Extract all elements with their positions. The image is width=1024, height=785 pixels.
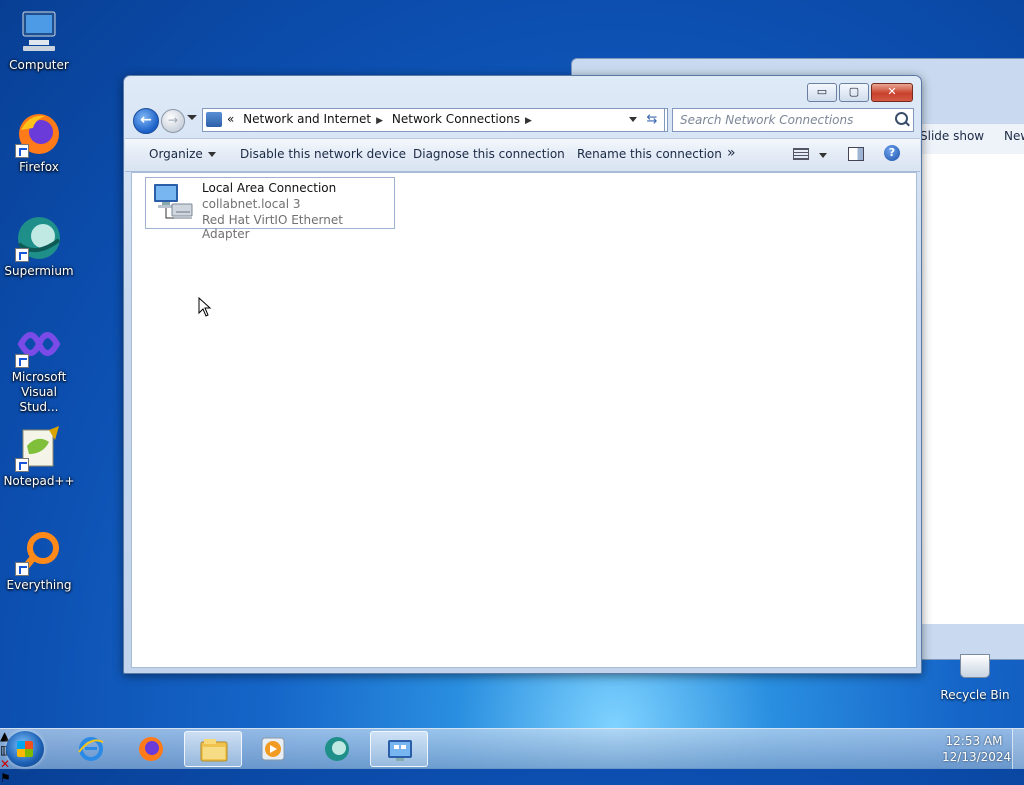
forward-button[interactable]: → bbox=[161, 109, 185, 133]
search-box[interactable]: Search Network Connections bbox=[672, 108, 914, 132]
chevron-down-icon bbox=[207, 152, 216, 157]
taskbar-media-player[interactable] bbox=[244, 731, 302, 767]
desktop-icon-visual-studio[interactable]: Microsoft Visual Stud... bbox=[0, 320, 78, 415]
breadcrumb: « Network and Internet ▶ Network Connecti… bbox=[227, 112, 537, 126]
command-bar: Organize Disable this network device Dia… bbox=[125, 138, 920, 172]
media-player-icon bbox=[259, 736, 287, 762]
minimize-icon: ▭ bbox=[816, 85, 828, 98]
desktop-icon-label: Everything bbox=[6, 578, 72, 592]
desktop-icon-recycle-bin[interactable]: Recycle Bin bbox=[936, 654, 1014, 702]
taskbar: ▲ ▥ ✕ ⚑ 12:53 AM 12/13/2024 bbox=[0, 728, 1024, 785]
control-panel-icon bbox=[206, 112, 222, 127]
recent-pages-dropdown[interactable] bbox=[187, 115, 197, 120]
everything-icon bbox=[15, 528, 63, 576]
view-options-dropdown[interactable] bbox=[819, 153, 827, 158]
maximize-icon: ▢ bbox=[848, 85, 860, 98]
internet-explorer-icon bbox=[77, 736, 105, 762]
change-view-icon[interactable] bbox=[793, 148, 809, 160]
taskbar-network-connections[interactable] bbox=[370, 731, 428, 767]
desktop-icon-label: Microsoft Visual Stud... bbox=[11, 370, 67, 414]
desktop-icon-everything[interactable]: Everything bbox=[0, 528, 78, 593]
new-button[interactable]: New bbox=[1004, 129, 1024, 143]
supermium-icon bbox=[323, 736, 351, 762]
more-commands-button[interactable]: » bbox=[727, 145, 736, 161]
desktop-icon-label: Firefox bbox=[19, 160, 59, 174]
organize-button[interactable]: Organize bbox=[149, 147, 216, 161]
caption-buttons: ▭ ▢ ✕ bbox=[805, 83, 913, 102]
breadcrumb-network-and-internet[interactable]: Network and Internet bbox=[243, 112, 371, 126]
breadcrumb-overflow[interactable]: « bbox=[227, 112, 234, 126]
breadcrumb-arrow-icon[interactable]: ▶ bbox=[525, 116, 532, 126]
flag-icon[interactable]: ⚑ bbox=[0, 771, 1024, 785]
navigation-bar: ← → « Network and Internet ▶ Network Conn… bbox=[132, 106, 914, 134]
close-button[interactable]: ✕ bbox=[871, 83, 913, 102]
refresh-icon: ⇆ bbox=[646, 112, 658, 127]
address-bar[interactable]: « Network and Internet ▶ Network Connecti… bbox=[202, 108, 668, 132]
back-arrow-icon: ← bbox=[140, 112, 152, 128]
breadcrumb-network-connections[interactable]: Network Connections bbox=[392, 112, 520, 126]
recycle-bin-icon bbox=[960, 654, 990, 678]
disable-device-button[interactable]: Disable this network device bbox=[240, 147, 406, 161]
notepad-plus-icon bbox=[15, 424, 63, 472]
desktop-icon-supermium[interactable]: Supermium bbox=[0, 214, 78, 279]
taskbar-supermium[interactable] bbox=[308, 731, 366, 767]
connection-adapter: Red Hat VirtIO Ethernet Adapter bbox=[202, 213, 343, 241]
connection-item[interactable]: Local Area Connection collabnet.local 3 … bbox=[145, 177, 395, 241]
computer-icon bbox=[15, 8, 63, 56]
desktop-icon-label: Recycle Bin bbox=[940, 688, 1010, 702]
taskbar-file-explorer[interactable] bbox=[184, 731, 242, 767]
supermium-icon bbox=[15, 214, 63, 262]
desktop-icon-firefox[interactable]: Firefox bbox=[0, 110, 78, 175]
desktop-icon-notepad-plus[interactable]: Notepad++ bbox=[0, 424, 78, 489]
back-button[interactable]: ← bbox=[133, 108, 159, 134]
visual-studio-icon bbox=[15, 320, 63, 368]
slideshow-button[interactable]: Slide show bbox=[920, 129, 984, 143]
minimize-button[interactable]: ▭ bbox=[807, 83, 837, 102]
firefox-icon bbox=[15, 110, 63, 158]
start-button[interactable] bbox=[6, 731, 44, 767]
desktop-icon-label: Notepad++ bbox=[3, 474, 75, 488]
taskbar-firefox[interactable] bbox=[122, 731, 180, 767]
network-adapter-icon bbox=[152, 182, 196, 224]
search-icon[interactable] bbox=[895, 112, 908, 125]
help-icon[interactable]: ? bbox=[884, 145, 900, 161]
rename-connection-button[interactable]: Rename this connection bbox=[577, 147, 722, 161]
file-explorer-icon bbox=[200, 737, 228, 763]
close-icon: ✕ bbox=[887, 85, 897, 98]
organize-label: Organize bbox=[149, 147, 203, 161]
connections-list[interactable]: Local Area Connection collabnet.local 3 … bbox=[131, 172, 917, 668]
background-window-content bbox=[922, 154, 1024, 624]
desktop-icon-label: Computer bbox=[9, 58, 69, 72]
connection-network: collabnet.local 3 bbox=[202, 197, 301, 211]
refresh-button[interactable]: ⇆ bbox=[640, 108, 665, 132]
forward-arrow-icon: → bbox=[167, 113, 179, 127]
clock-date: 12/13/2024 bbox=[942, 750, 1012, 764]
clock-time: 12:53 AM bbox=[945, 734, 1003, 748]
windows-logo-icon bbox=[17, 741, 33, 757]
mouse-cursor-icon bbox=[198, 296, 212, 320]
clock[interactable]: 12:53 AM 12/13/2024 bbox=[942, 733, 1012, 765]
search-input[interactable]: Search Network Connections bbox=[680, 113, 853, 127]
preview-pane-icon[interactable] bbox=[848, 147, 864, 161]
network-connections-icon bbox=[386, 737, 414, 763]
network-connections-window[interactable]: ▭ ▢ ✕ ← → « Network and Internet ▶ Networ… bbox=[123, 75, 922, 674]
desktop-icon-label: Supermium bbox=[4, 264, 74, 278]
desktop-icon-computer[interactable]: Computer bbox=[0, 8, 78, 73]
connection-name: Local Area Connection bbox=[202, 181, 337, 195]
firefox-icon bbox=[137, 736, 165, 762]
show-desktop-button[interactable] bbox=[1012, 729, 1024, 769]
breadcrumb-arrow-icon[interactable]: ▶ bbox=[376, 116, 383, 126]
taskbar-internet-explorer[interactable] bbox=[62, 731, 120, 767]
maximize-button[interactable]: ▢ bbox=[839, 83, 869, 102]
address-dropdown-icon[interactable] bbox=[629, 117, 637, 122]
diagnose-connection-button[interactable]: Diagnose this connection bbox=[413, 147, 565, 161]
